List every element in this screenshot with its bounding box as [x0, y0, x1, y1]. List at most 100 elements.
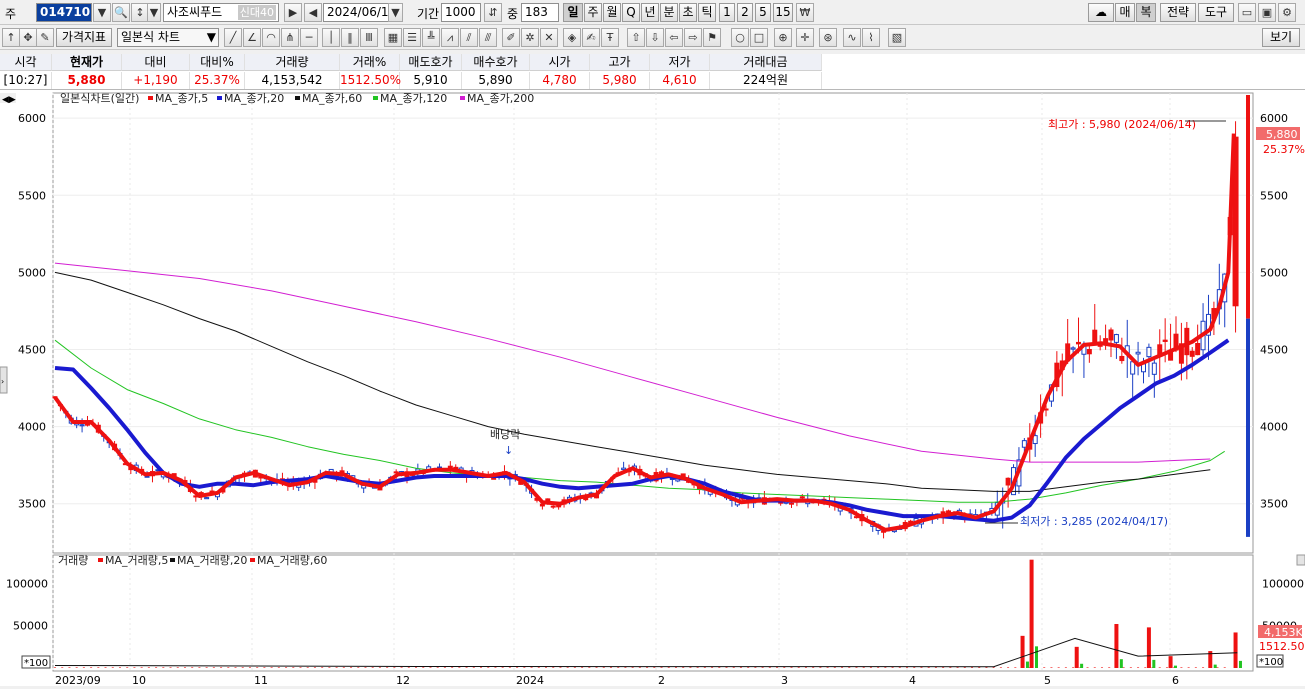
channel-tool-icon[interactable]: ☰ [403, 28, 421, 47]
volume-bar [667, 667, 670, 668]
price-legend: 일본식차트(일간) [60, 91, 139, 105]
period-5-button[interactable]: 5 [755, 3, 771, 22]
cloud-icon[interactable]: ☁ [1088, 3, 1114, 22]
strategy-button[interactable]: 전략 [1160, 3, 1196, 22]
period-2-button[interactable]: 2 [737, 3, 753, 22]
volume-bar [234, 667, 237, 668]
volume-bar [176, 667, 179, 668]
vline-tool-icon[interactable]: │ [322, 28, 340, 47]
period-week-button[interactable]: 주 [584, 3, 602, 22]
play-forward-icon[interactable]: ▶ [284, 3, 302, 22]
chart-compare-icon[interactable]: ₩ [796, 3, 814, 22]
zoom-icon[interactable]: ⊕ [774, 28, 792, 47]
search-icon[interactable]: 🔍 [112, 3, 130, 22]
fib-tool-icon[interactable]: ⫻ [479, 28, 497, 47]
buy-sell-button[interactable]: 매 [1115, 3, 1135, 22]
candle-body [1162, 339, 1168, 342]
circle-tool-icon[interactable]: ○ [731, 28, 749, 47]
parallel-tool-icon[interactable]: ⫽ [460, 28, 478, 47]
pen-tool-icon[interactable]: ✐ [502, 28, 520, 47]
ma-legend-label: MA_종가,60 [302, 92, 362, 105]
mid-input[interactable]: 183 [521, 3, 559, 22]
tools-button[interactable]: 도구 [1198, 3, 1234, 22]
value-low: 4,610 [650, 72, 710, 89]
grid-tool-icon[interactable]: Ⅲ [360, 28, 378, 47]
period-tick-button[interactable]: 틱 [698, 3, 716, 22]
magic-tool-icon[interactable]: ✲ [521, 28, 539, 47]
volume-bar [797, 667, 800, 668]
indicator-button[interactable]: 가격지표 [56, 28, 112, 47]
period-15-button[interactable]: 15 [773, 3, 793, 22]
candle-body [621, 467, 627, 471]
arrow-up-icon[interactable]: ⇧ [627, 28, 645, 47]
settings-icon[interactable]: ⚙ [1278, 3, 1296, 22]
angle-tool-icon[interactable]: ∠ [243, 28, 261, 47]
up-icon[interactable]: ↑ [2, 28, 20, 47]
period-1-button[interactable]: 1 [719, 3, 735, 22]
price-tick-right: 5500 [1260, 189, 1288, 202]
text-tool-icon[interactable]: Ŧ [601, 28, 619, 47]
period-quarter-button[interactable]: Q [622, 3, 640, 22]
volume-bar [544, 667, 547, 668]
edit-icon[interactable]: ✎ [36, 28, 54, 47]
fan-tool-icon[interactable]: ⋔ [281, 28, 299, 47]
eraser-tool-icon[interactable]: ✕ [540, 28, 558, 47]
candle-body [539, 503, 545, 507]
period-input[interactable]: 1000 [441, 3, 481, 22]
volume-bar [169, 667, 172, 668]
candle-tool-icon[interactable]: ╩ [422, 28, 440, 47]
volume-bar [934, 667, 937, 668]
flag-icon[interactable]: ⚑ [703, 28, 721, 47]
fill-tool-icon[interactable]: ◈ [563, 28, 581, 47]
dropdown-arrow-icon[interactable]: ▼ [93, 3, 111, 22]
volume-bar [400, 667, 403, 668]
view-button[interactable]: 보기 [1262, 28, 1300, 47]
note-tool-icon[interactable]: ✍ [582, 28, 600, 47]
line-tool-icon[interactable]: ╱ [224, 28, 242, 47]
open-folder-icon[interactable]: ▭ [1238, 3, 1256, 22]
period-label: 기간 [417, 7, 440, 21]
volume-bar [256, 667, 259, 668]
spin-icon[interactable]: ⇵ [484, 3, 502, 22]
candle-body [799, 496, 805, 499]
delete-drawing-icon[interactable]: ▧ [888, 28, 906, 47]
stock-code-input[interactable]: 014710 [36, 3, 92, 22]
rect-tool-icon[interactable]: □ [750, 28, 768, 47]
period-second-button[interactable]: 초 [679, 3, 697, 22]
cycle-tool-icon[interactable]: ‖ [341, 28, 359, 47]
panel-close-icon[interactable] [1296, 554, 1305, 566]
hline-tool-icon[interactable]: ─ [300, 28, 318, 47]
chart-area[interactable]: ◀▶ › 6000 6000 5500 5500 5000 5000 4500 4500 400… [0, 90, 1305, 687]
volume-bar [552, 667, 555, 668]
chevron-down-icon[interactable]: ▼ [147, 3, 161, 22]
play-back-icon[interactable]: ◀ [304, 3, 322, 22]
volume-bar [68, 667, 71, 668]
save-icon[interactable]: ▣ [1258, 3, 1276, 22]
wave-tool-icon[interactable]: ∿ [843, 28, 861, 47]
target-icon[interactable]: ⊛ [819, 28, 837, 47]
zigzag-tool-icon[interactable]: ⌇ [862, 28, 880, 47]
stock-name-field[interactable]: 사조씨푸드 신대40 [163, 3, 279, 22]
crosshair-icon[interactable]: ✛ [796, 28, 814, 47]
calendar-dropdown-icon[interactable]: ▼ [388, 3, 403, 22]
move-icon[interactable]: ✥ [19, 28, 37, 47]
volume-spike [1233, 632, 1238, 668]
price-chart[interactable]: ◀▶ › 6000 6000 5500 5500 5000 5000 4500 4500 400… [0, 90, 1305, 687]
volume-bar [963, 667, 966, 668]
period-year-button[interactable]: 년 [641, 3, 659, 22]
volume-bar [609, 667, 612, 668]
volume-bar [263, 667, 266, 668]
period-month-button[interactable]: 월 [603, 3, 621, 22]
period-minute-button[interactable]: 분 [660, 3, 678, 22]
arrow-right-icon[interactable]: ⇨ [684, 28, 702, 47]
arrow-down-icon[interactable]: ⇩ [646, 28, 664, 47]
period-day-button[interactable]: 일 [563, 3, 583, 22]
volume-tick-right: 100000 [1262, 577, 1304, 590]
arc-tool-icon[interactable]: ◠ [262, 28, 280, 47]
arrow-left-icon[interactable]: ⇦ [665, 28, 683, 47]
trend-tool-icon[interactable]: ⩘ [441, 28, 459, 47]
table-tool-icon[interactable]: ▦ [384, 28, 402, 47]
multi-button[interactable]: 복 [1136, 3, 1156, 22]
volume-bar [97, 667, 100, 668]
chart-type-select[interactable]: 일본식 차트 ▼ [117, 28, 219, 47]
